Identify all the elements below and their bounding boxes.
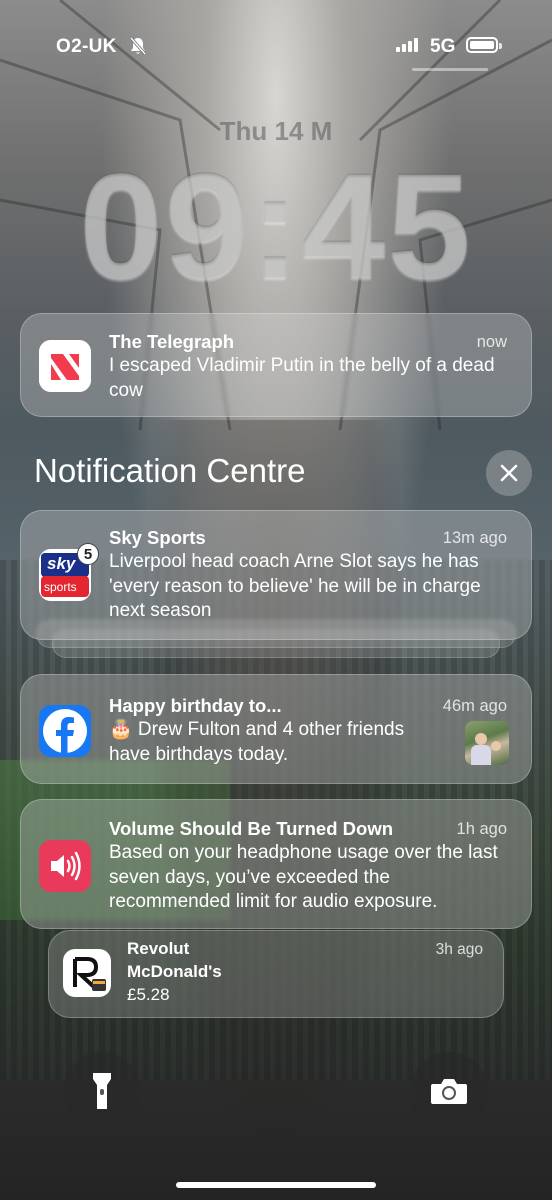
sports-logo-text: sports: [44, 580, 77, 594]
notification-app-name: Happy birthday to...: [109, 695, 282, 716]
notification-app-name: Volume Should Be Turned Down: [109, 818, 394, 839]
notification-time: 13m ago: [442, 529, 507, 547]
flashlight-button[interactable]: [63, 1052, 141, 1130]
camera-button[interactable]: [410, 1052, 488, 1130]
facebook-icon: [39, 705, 91, 757]
network-type: 5G: [430, 36, 456, 57]
speaker-icon: [39, 840, 91, 892]
lock-clock: 09:45: [79, 142, 473, 310]
notification-facebook[interactable]: Happy birthday to... 46m ago 🎂 Drew Fult…: [20, 674, 532, 784]
notification-body: Liverpool head coach Arne Slot says he h…: [109, 551, 481, 621]
notification-app-name: Sky Sports: [109, 527, 206, 548]
clear-notifications-button[interactable]: [486, 450, 532, 496]
notification-app-name: Revolut: [127, 939, 190, 958]
notification-centre-title: Notification Centre: [34, 452, 306, 489]
battery-icon: [466, 37, 498, 53]
close-icon: [500, 464, 518, 482]
notification-health-volume[interactable]: Volume Should Be Turned Down 1h ago Base…: [20, 799, 532, 929]
notification-merchant: McDonald's: [127, 962, 222, 981]
birthday-photo-thumbnail: [465, 721, 509, 765]
notification-app-name: The Telegraph: [109, 331, 235, 352]
notification-amount: £5.28: [127, 985, 170, 1004]
control-centre-handle[interactable]: [412, 68, 488, 71]
flashlight-icon: [93, 1073, 111, 1109]
notification-body: 🎂 Drew Fulton and 4 other friends have b…: [109, 719, 405, 765]
notification-sky-sports[interactable]: sky sports 5 Sky Sports 13m ago Liverpoo…: [20, 510, 532, 640]
carrier-name: O2-UK: [56, 36, 117, 57]
battery-tip: [499, 43, 502, 49]
signal-strength-icon: [396, 38, 418, 52]
notification-time: 3h ago: [435, 941, 483, 958]
news-icon: [39, 340, 91, 392]
notification-time: now: [476, 333, 507, 351]
camera-icon: [431, 1079, 467, 1104]
revolut-icon: [63, 949, 111, 997]
notification-body: Based on your headphone usage over the l…: [109, 842, 498, 912]
notification-revolut[interactable]: Revolut 3h ago McDonald's £5.28: [48, 930, 504, 1018]
sky-sports-icon: sky sports 5: [39, 543, 99, 601]
notification-time: 46m ago: [442, 697, 507, 715]
notification-count-badge: 5: [77, 543, 99, 565]
notification-time: 1h ago: [456, 820, 507, 838]
notification-telegraph[interactable]: The Telegraph now I escaped Vladimir Put…: [20, 313, 532, 417]
status-bar: O2-UK 5G: [0, 28, 552, 68]
notification-body: I escaped Vladimir Putin in the belly of…: [109, 355, 495, 401]
sky-logo-text: sky: [47, 554, 76, 573]
silent-bell-icon: [129, 37, 147, 55]
home-indicator[interactable]: [176, 1182, 376, 1188]
